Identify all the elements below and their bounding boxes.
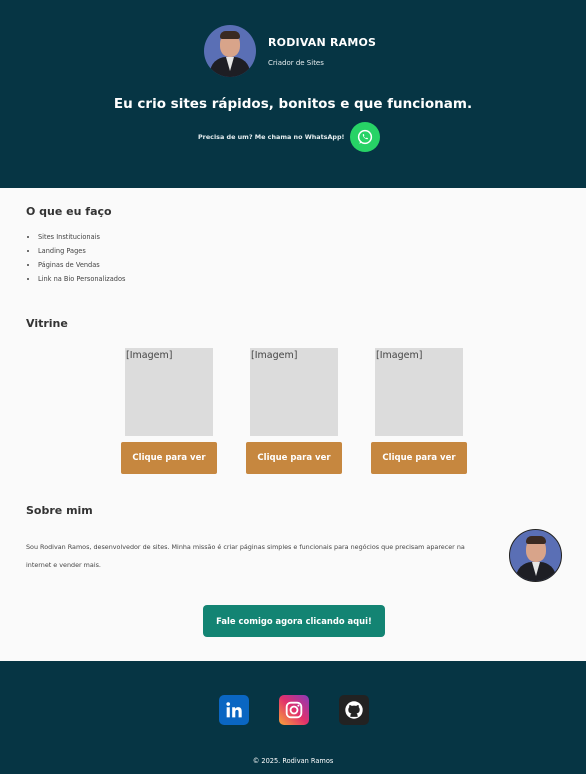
profile-block: RODIVAN RAMOS Criador de Sites <box>204 25 376 77</box>
image-placeholder: [Imagem] <box>125 348 213 436</box>
services-title: O que eu faço <box>26 205 112 218</box>
view-button[interactable]: Clique para ver <box>371 442 467 474</box>
view-button[interactable]: Clique para ver <box>246 442 342 474</box>
gallery-item: [Imagem] Clique para ver <box>121 348 217 474</box>
whatsapp-text: Precisa de um? Me chama no WhatsApp! <box>198 133 345 141</box>
linkedin-icon <box>226 702 242 718</box>
contact-cta-button[interactable]: Fale comigo agora clicando aqui! <box>203 605 385 637</box>
list-item: Link na Bio Personalizados <box>38 274 125 288</box>
list-item: Sites Institucionais <box>38 232 125 246</box>
tagline: Eu crio sites rápidos, bonitos e que fun… <box>113 96 473 112</box>
gallery-item: [Imagem] Clique para ver <box>371 348 467 474</box>
gallery-title: Vitrine <box>26 317 68 330</box>
whatsapp-icon <box>358 129 373 145</box>
whatsapp-row: Precisa de um? Me chama no WhatsApp! <box>198 122 381 152</box>
gallery-item: [Imagem] Clique para ver <box>246 348 342 474</box>
list-item: Páginas de Vendas <box>38 260 125 274</box>
instagram-icon <box>285 701 303 719</box>
linkedin-link[interactable] <box>219 695 249 725</box>
profile-role: Criador de Sites <box>268 58 324 67</box>
footer: © 2025. Rodivan Ramos <box>0 661 586 774</box>
copyright: © 2025. Rodivan Ramos <box>252 757 334 765</box>
about-avatar <box>509 529 562 582</box>
github-link[interactable] <box>339 695 369 725</box>
about-title: Sobre mim <box>26 504 93 517</box>
profile-name: RODIVAN RAMOS <box>268 35 377 49</box>
whatsapp-button[interactable] <box>350 122 381 152</box>
image-placeholder: [Imagem] <box>375 348 463 436</box>
view-button[interactable]: Clique para ver <box>121 442 217 474</box>
instagram-link[interactable] <box>279 695 309 725</box>
header: RODIVAN RAMOS Criador de Sites Eu crio s… <box>0 0 586 188</box>
about-text: Sou Rodivan Ramos, desenvolvedor de site… <box>26 543 465 569</box>
services-list: Sites Institucionais Landing Pages Págin… <box>38 232 125 288</box>
list-item: Landing Pages <box>38 246 125 260</box>
avatar <box>204 25 256 77</box>
image-placeholder: [Imagem] <box>250 348 338 436</box>
github-icon <box>345 701 363 719</box>
